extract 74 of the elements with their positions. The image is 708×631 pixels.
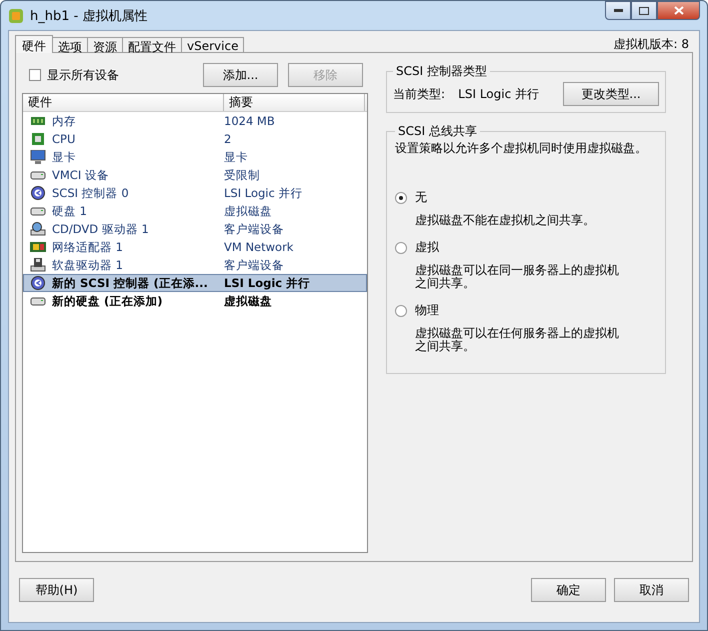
tab[interactable]: 资源 <box>87 37 123 53</box>
field-value: LSI Logic 并行 <box>458 86 539 102</box>
field-label: 当前类型: <box>393 86 446 102</box>
table-row[interactable]: CD/DVD 驱动器 1 客户端设备 <box>23 220 367 238</box>
tab[interactable]: 配置文件 <box>122 37 182 53</box>
table-row[interactable]: 新的硬盘 (正在添加) 虚拟磁盘 <box>23 292 367 310</box>
floppy-drive-icon <box>30 258 46 272</box>
table-cell-text: CD/DVD 驱动器 1 <box>52 222 150 236</box>
table-cell-text: 虚拟磁盘 <box>224 294 273 308</box>
table-cell-text: 内存 <box>52 114 77 128</box>
arrow-circle-icon <box>30 276 46 290</box>
memory-icon <box>30 114 46 128</box>
tab[interactable]: vService <box>181 37 244 53</box>
minimize-button[interactable] <box>605 1 631 20</box>
network-card-icon <box>30 240 46 254</box>
window-title: h_hb1 - 虚拟机属性 <box>30 8 148 24</box>
table-row[interactable]: CPU 2 <box>23 130 367 148</box>
table-row[interactable]: 硬盘 1 虚拟磁盘 <box>23 202 367 220</box>
cancel-button[interactable]: 取消 <box>614 578 689 602</box>
description: 设置策略以允许多个虚拟机同时使用虚拟磁盘。 <box>395 141 647 155</box>
radio-option[interactable]: 无 <box>395 189 657 206</box>
change-type-button[interactable]: 更改类型... <box>563 82 659 106</box>
table-cell-text: 显卡 <box>52 150 77 164</box>
version-label: 虚拟机版本: 8 <box>614 36 690 52</box>
minimize-icon <box>614 9 622 12</box>
tab[interactable]: 选项 <box>52 37 88 53</box>
chip-icon <box>30 132 46 146</box>
table-cell-text: VMCI 设备 <box>52 168 110 182</box>
maximize-icon <box>639 6 649 14</box>
table-row[interactable]: 网络适配器 1 VM Network <box>23 238 367 256</box>
table-cell-text: 客户端设备 <box>224 258 285 272</box>
table-cell-text: CPU <box>52 132 76 146</box>
add-button[interactable]: 添加... <box>203 63 278 87</box>
table-row[interactable]: 软盘驱动器 1 客户端设备 <box>23 256 367 274</box>
table-cell-text: 软盘驱动器 1 <box>52 258 124 272</box>
group-title: SCSI 总线共享 <box>397 123 478 140</box>
close-button[interactable] <box>657 1 700 20</box>
help-button[interactable]: 帮助(H) <box>19 578 94 602</box>
table-cell-text: 客户端设备 <box>224 222 285 236</box>
table-cell-text: 新的 SCSI 控制器 (正在添... <box>52 276 209 290</box>
ok-button[interactable]: 确定 <box>531 578 606 602</box>
table-cell-text: LSI Logic 并行 <box>224 276 312 290</box>
table-cell-text: 受限制 <box>224 168 261 182</box>
column-header[interactable]: 硬件 <box>23 94 224 111</box>
table-row[interactable]: 显卡 显卡 <box>23 148 367 166</box>
table-cell-text: 网络适配器 1 <box>52 240 124 254</box>
table-cell-text: VM Network <box>224 240 294 254</box>
disc-drive-icon <box>30 222 46 236</box>
close-icon <box>674 6 684 15</box>
group-title: SCSI 控制器类型 <box>395 63 488 80</box>
radio-option[interactable]: 虚拟 <box>395 239 657 256</box>
column-header[interactable]: 摘要 <box>224 94 365 111</box>
table-cell-text: SCSI 控制器 0 <box>52 186 130 200</box>
tab[interactable]: 硬件 <box>15 35 53 53</box>
table-cell-text: 1024 MB <box>224 114 276 128</box>
maximize-button[interactable] <box>631 1 657 20</box>
option-description: 虚拟磁盘可以在任何服务器上的虚拟机之间共享。 <box>415 327 620 353</box>
table-row[interactable]: 新的 SCSI 控制器 (正在添... LSI Logic 并行 <box>23 274 367 292</box>
radio-option[interactable]: 物理 <box>395 302 657 319</box>
arrow-circle-icon <box>30 186 46 200</box>
table-cell-text: 新的硬盘 (正在添加) <box>52 294 164 308</box>
app-icon <box>8 8 24 24</box>
option-description: 虚拟磁盘可以在同一服务器上的虚拟机之间共享。 <box>415 264 620 290</box>
table-cell-text: 硬盘 1 <box>52 204 88 218</box>
table-cell-text: LSI Logic 并行 <box>224 186 304 200</box>
table-cell-text: 2 <box>224 132 232 146</box>
option-description: 虚拟磁盘不能在虚拟机之间共享。 <box>415 214 596 227</box>
table-cell-text: 显卡 <box>224 150 249 164</box>
table-row[interactable]: SCSI 控制器 0 LSI Logic 并行 <box>23 184 367 202</box>
show-all-checkbox[interactable]: 显示所有设备 <box>22 66 119 84</box>
table-row[interactable]: 内存 1024 MB <box>23 112 367 130</box>
table-row[interactable]: VMCI 设备 受限制 <box>23 166 367 184</box>
table-cell-text: 虚拟磁盘 <box>224 204 273 218</box>
monitor-icon <box>30 150 46 164</box>
